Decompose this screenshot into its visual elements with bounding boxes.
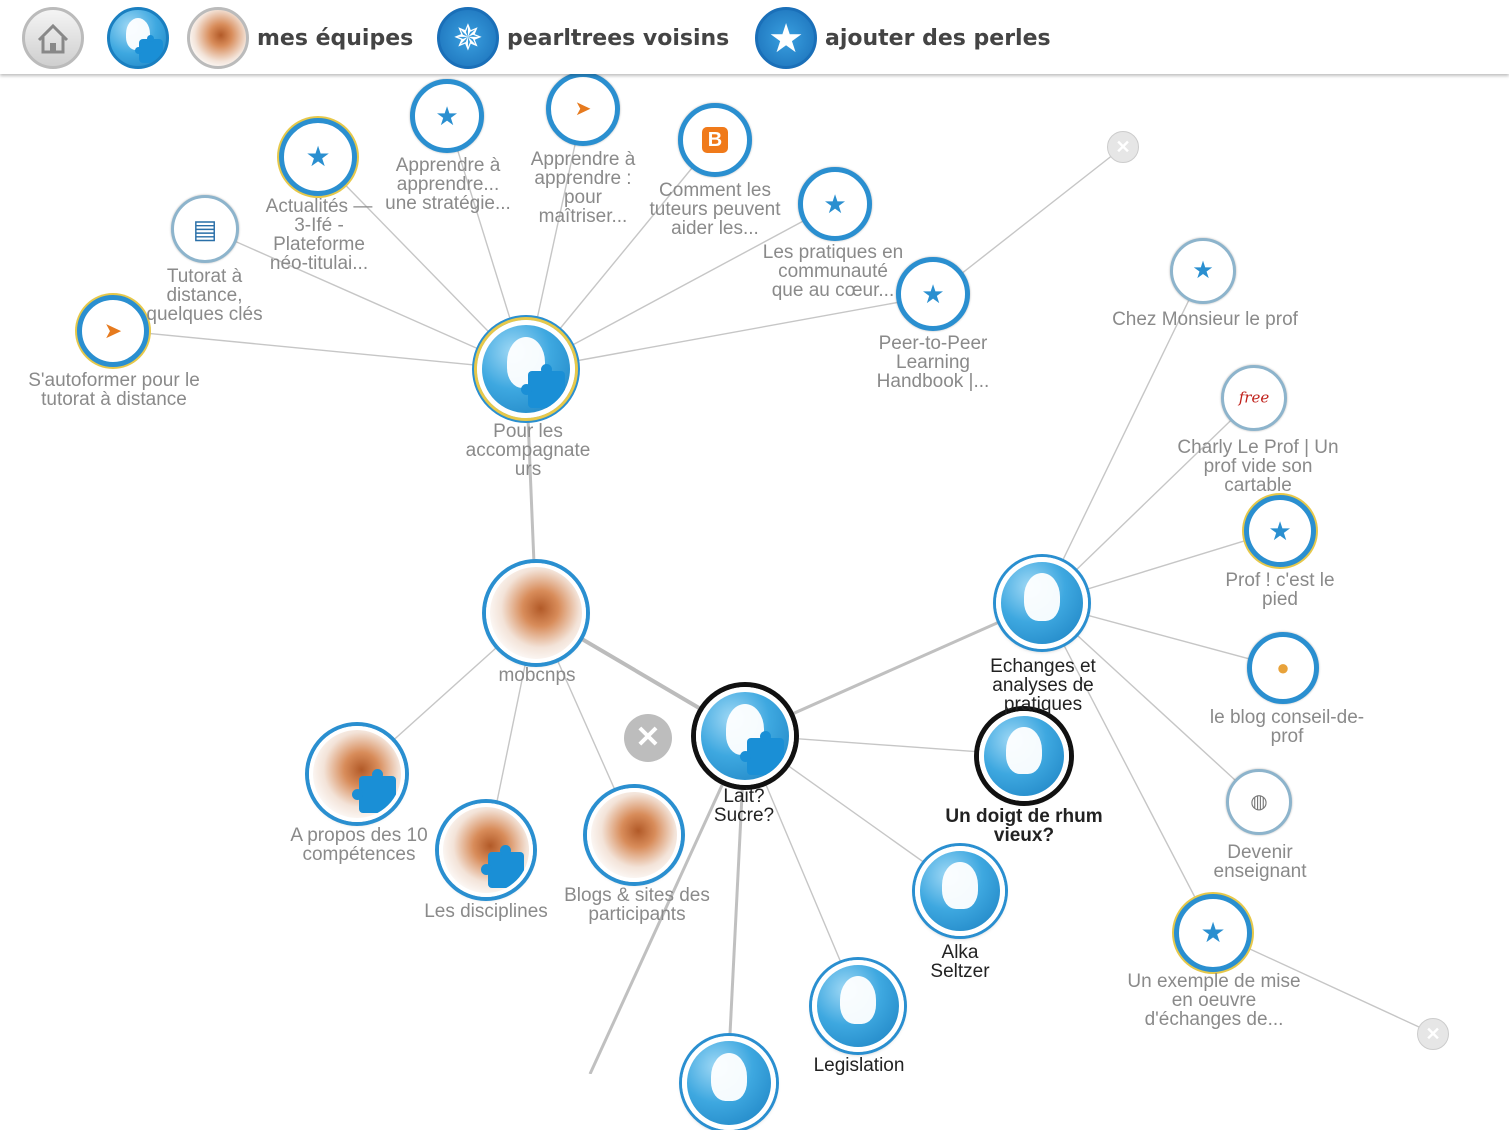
team-blogs[interactable] [587, 788, 681, 882]
label-pratiques: Les pratiques en communauté que au cœur.… [762, 242, 904, 301]
close-button[interactable]: ✕ [1107, 131, 1139, 163]
bird-icon: ➤ [574, 98, 592, 120]
blogger-icon: B [702, 127, 728, 153]
star-icon: ★ [1268, 516, 1292, 546]
label-lait-sucre: Lait? Sucre? [713, 786, 775, 826]
close-button[interactable]: ✕ [1417, 1018, 1449, 1050]
label-blog-conseil: le blog conseil-de-prof [1209, 707, 1365, 747]
team-avatar-icon [187, 7, 249, 69]
team-mobcnps[interactable] [486, 563, 586, 663]
label-alka: Alka Seltzer [930, 942, 990, 982]
mes-equipes-label: mes équipes [257, 25, 414, 51]
bird-icon: ➤ [103, 318, 123, 343]
label-echanges: Echanges et analyses de pratiques [990, 656, 1096, 715]
ajouter-des-perles-button[interactable]: ★ ajouter des perles [755, 7, 1051, 69]
pearltree-legislation[interactable] [812, 960, 904, 1052]
label-prof-pied: Prof ! c'est le pied [1225, 570, 1335, 610]
pearl-exemple[interactable]: ★ [1174, 894, 1252, 972]
my-pearltree-button[interactable] [107, 7, 169, 69]
label-legislation: Legislation [813, 1055, 905, 1076]
pearl-apprendre1[interactable]: ★ [410, 79, 484, 153]
pearl-devenir[interactable]: ◍ [1226, 769, 1292, 835]
pearl-tutorat[interactable]: ▤ [171, 195, 239, 263]
pearl-charly[interactable]: free [1221, 365, 1287, 431]
label-blogs: Blogs & sites des participants [564, 885, 710, 925]
page-icon: ▤ [192, 214, 218, 244]
pearltree-doigt-rhum[interactable] [979, 711, 1069, 801]
team-a-propos[interactable] [309, 726, 405, 822]
pearltree-bottom[interactable] [682, 1036, 776, 1130]
label-actualites: Actualités — 3-Ifé - Plateforme néo-titu… [265, 196, 373, 274]
free-badge: free [1238, 388, 1270, 407]
pearltrees-voisins-label: pearltrees voisins [507, 25, 730, 51]
puzzle-icon [740, 731, 784, 775]
star-icon: ★ [305, 141, 331, 172]
star-icon: ★ [823, 189, 847, 219]
label-mobcnps: mobcnps [498, 665, 576, 686]
label-exemple: Un exemple de mise en oeuvre d'échanges … [1127, 971, 1301, 1030]
pearltree-pour-les[interactable] [477, 320, 575, 418]
label-a-propos: A propos des 10 compétences [290, 825, 428, 865]
top-toolbar: mes équipes ✵ pearltrees voisins ★ ajout… [0, 0, 1509, 74]
label-devenir: Devenir enseignant [1213, 842, 1307, 882]
home-button[interactable] [22, 7, 84, 69]
label-chez: Chez Monsieur le prof [1112, 309, 1298, 330]
pearl-blog-conseil[interactable]: ● [1247, 632, 1319, 704]
label-charly: Charly Le Prof | Un prof vide son cartab… [1177, 437, 1339, 496]
label-apprendre1: Apprendre à apprendre... une stratégie..… [385, 155, 511, 214]
label-comment: Comment les tuteurs peuvent aider les... [649, 180, 781, 239]
pearl-peer[interactable]: ★ [896, 257, 970, 331]
pearltree-head-icon [107, 7, 169, 69]
pearl-actualites[interactable]: ★ [279, 118, 357, 196]
mes-equipes-button[interactable]: mes équipes [187, 7, 414, 69]
label-sautoformer: S'autoformer pour le tutorat à distance [28, 370, 200, 410]
ajouter-des-perles-label: ajouter des perles [825, 25, 1051, 51]
label-tutorat: Tutorat à distance, quelques clés [146, 266, 263, 325]
close-button[interactable]: ✕ [624, 714, 672, 762]
star-icon: ★ [1192, 257, 1214, 284]
star-icon: ★ [435, 101, 459, 131]
home-icon [22, 7, 84, 69]
puzzle-icon [352, 769, 396, 813]
label-pour-les: Pour les accompagnate urs [465, 421, 591, 480]
pearl-apprendre2[interactable]: ➤ [546, 72, 620, 146]
pearl-chez[interactable]: ★ [1170, 238, 1236, 304]
team-disciplines[interactable] [439, 803, 533, 897]
globe-icon: ◍ [1250, 791, 1268, 813]
pearltree-lait-sucre[interactable] [696, 687, 794, 785]
pearl-comment[interactable]: B [678, 103, 752, 177]
pearltree-map: ➤ S'autoformer pour le tutorat à distanc… [0, 0, 1509, 1130]
pearltree-echanges[interactable] [996, 557, 1088, 649]
pearltree-alka[interactable] [915, 846, 1005, 936]
label-peer: Peer-to-Peer Learning Handbook |... [876, 333, 990, 392]
pearltrees-voisins-button[interactable]: ✵ pearltrees voisins [437, 7, 730, 69]
puzzle-icon [521, 364, 565, 408]
star-icon: ★ [755, 7, 817, 69]
star-icon: ★ [1200, 917, 1226, 948]
label-doigt-rhum: Un doigt de rhum vieux? [945, 806, 1103, 846]
pearl-pratiques[interactable]: ★ [798, 167, 872, 241]
star-icon: ★ [921, 279, 945, 309]
puzzle-icon [481, 845, 524, 888]
label-disciplines: Les disciplines [424, 901, 548, 922]
compass-icon: ✵ [437, 7, 499, 69]
pearl-prof-pied[interactable]: ★ [1244, 495, 1316, 567]
speech-bubble-icon: ● [1276, 655, 1290, 680]
label-apprendre2: Apprendre à apprendre : pour maîtriser..… [530, 149, 636, 227]
